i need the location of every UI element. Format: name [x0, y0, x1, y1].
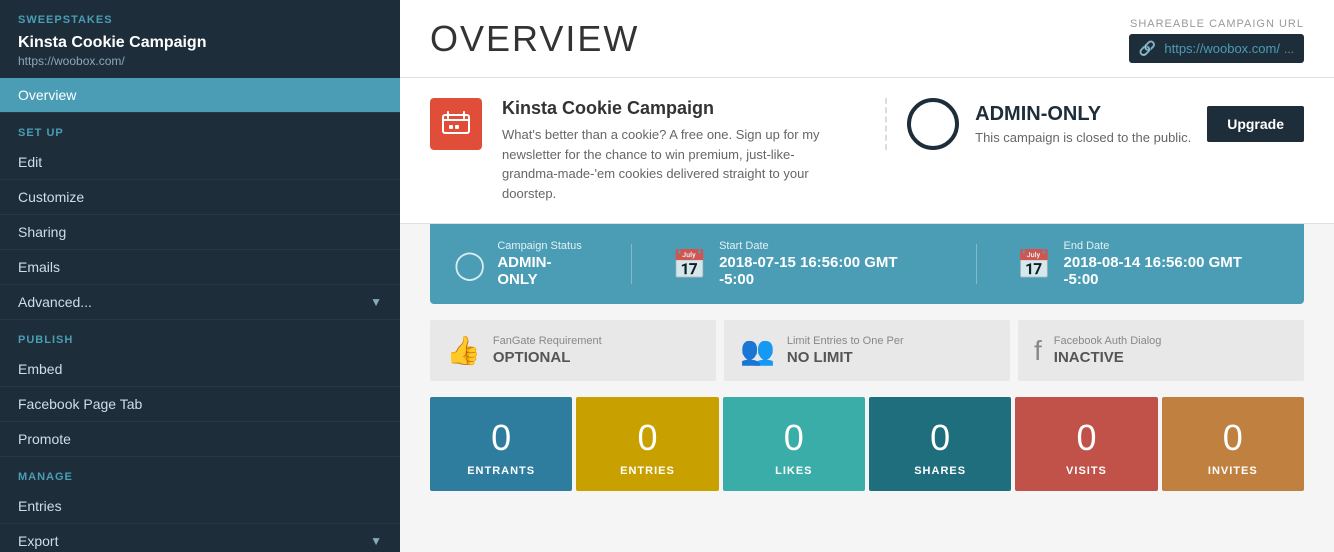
status-icon: ◯ — [454, 248, 485, 281]
fb-auth-text: Facebook Auth Dialog INACTIVE — [1054, 335, 1162, 366]
sidebar-publish-label: PUBLISH — [0, 320, 400, 352]
start-date-item: 📅 Start Date 2018-07-15 16:56:00 GMT -5:… — [672, 240, 935, 288]
shareable-url-box[interactable]: 🔗 https://woobox.com/ ... — [1129, 34, 1304, 63]
end-date-item: 📅 End Date 2018-08-14 16:56:00 GMT -5:00 — [1017, 240, 1280, 288]
sidebar-sweepstakes-label: SWEEPSTAKES — [0, 0, 400, 30]
status-title: ADMIN-ONLY — [975, 103, 1191, 126]
sidebar-item-promote[interactable]: Promote — [0, 422, 400, 457]
limit-box: 👥 Limit Entries to One Per NO LIMIT — [724, 320, 1010, 381]
url-dots: ... — [1284, 42, 1294, 56]
campaign-description: Kinsta Cookie Campaign What's better tha… — [502, 98, 865, 203]
shareable-url-label: SHAREABLE CAMPAIGN URL — [1129, 18, 1304, 30]
main-content: OVERVIEW SHAREABLE CAMPAIGN URL 🔗 https:… — [400, 0, 1334, 552]
main-header: OVERVIEW SHAREABLE CAMPAIGN URL 🔗 https:… — [400, 0, 1334, 78]
status-desc: This campaign is closed to the public. — [975, 130, 1191, 145]
start-date-icon: 📅 — [672, 248, 707, 281]
end-date-icon: 📅 — [1017, 248, 1052, 281]
status-circle — [907, 98, 959, 150]
sidebar-item-emails[interactable]: Emails — [0, 250, 400, 285]
facebook-icon: f — [1034, 335, 1042, 367]
campaign-desc-text: What's better than a cookie? A free one.… — [502, 125, 842, 203]
campaign-status-right: ADMIN-ONLY This campaign is closed to th… — [885, 98, 1304, 150]
count-box-invites: 0 INVITES — [1162, 397, 1304, 491]
campaign-info-section: Kinsta Cookie Campaign What's better tha… — [400, 78, 1334, 224]
advanced-arrow-icon: ▼ — [370, 295, 382, 309]
start-date-text: Start Date 2018-07-15 16:56:00 GMT -5:00 — [719, 240, 936, 288]
fangate-box: 👍 FanGate Requirement OPTIONAL — [430, 320, 716, 381]
sidebar-campaign-url: https://woobox.com/ — [0, 54, 400, 78]
campaign-desc-title: Kinsta Cookie Campaign — [502, 98, 865, 119]
export-arrow-icon: ▼ — [370, 534, 382, 548]
sidebar-item-overview[interactable]: Overview — [0, 78, 400, 113]
campaign-icon-box — [430, 98, 482, 150]
count-boxes: 0 ENTRANTS 0 ENTRIES 0 LIKES 0 SHARES 0 … — [430, 397, 1304, 491]
end-date-text: End Date 2018-08-14 16:56:00 GMT -5:00 — [1063, 240, 1280, 288]
limit-text: Limit Entries to One Per NO LIMIT — [787, 335, 904, 366]
stats-bar: ◯ Campaign Status ADMIN-ONLY 📅 Start Dat… — [430, 224, 1304, 304]
shareable-url-text: https://woobox.com/ — [1164, 41, 1280, 56]
sidebar-setup-label: SET UP — [0, 113, 400, 145]
shareable-url-section: SHAREABLE CAMPAIGN URL 🔗 https://woobox.… — [1129, 18, 1304, 63]
sidebar-item-sharing[interactable]: Sharing — [0, 215, 400, 250]
sidebar-item-embed[interactable]: Embed — [0, 352, 400, 387]
sidebar-item-export[interactable]: Export ▼ — [0, 524, 400, 552]
campaign-status-text: Campaign Status ADMIN-ONLY — [497, 240, 591, 288]
count-box-visits: 0 VISITS — [1015, 397, 1157, 491]
sidebar: SWEEPSTAKES Kinsta Cookie Campaign https… — [0, 0, 400, 552]
upgrade-button[interactable]: Upgrade — [1207, 106, 1304, 142]
stats-divider-2 — [976, 244, 977, 284]
fb-auth-box: f Facebook Auth Dialog INACTIVE — [1018, 320, 1304, 381]
sidebar-manage-label: MANAGE — [0, 457, 400, 489]
page-title: OVERVIEW — [430, 18, 639, 60]
sidebar-item-advanced[interactable]: Advanced... ▼ — [0, 285, 400, 320]
count-box-entries: 0 ENTRIES — [576, 397, 718, 491]
feature-boxes: 👍 FanGate Requirement OPTIONAL 👥 Limit E… — [430, 320, 1304, 381]
count-box-likes: 0 LIKES — [723, 397, 865, 491]
count-box-entrants: 0 ENTRANTS — [430, 397, 572, 491]
sidebar-item-customize[interactable]: Customize — [0, 180, 400, 215]
count-box-shares: 0 SHARES — [869, 397, 1011, 491]
status-text-box: ADMIN-ONLY This campaign is closed to th… — [975, 103, 1191, 145]
sidebar-item-facebook-page-tab[interactable]: Facebook Page Tab — [0, 387, 400, 422]
people-icon: 👥 — [740, 334, 775, 367]
sidebar-item-edit[interactable]: Edit — [0, 145, 400, 180]
stats-divider-1 — [631, 244, 632, 284]
thumbs-up-icon: 👍 — [446, 334, 481, 367]
link-icon: 🔗 — [1139, 40, 1156, 57]
campaign-icon — [441, 109, 471, 139]
sidebar-item-entries[interactable]: Entries — [0, 489, 400, 524]
campaign-status-item: ◯ Campaign Status ADMIN-ONLY — [454, 240, 591, 288]
sidebar-campaign-name: Kinsta Cookie Campaign — [0, 30, 400, 54]
fangate-text: FanGate Requirement OPTIONAL — [493, 335, 602, 366]
